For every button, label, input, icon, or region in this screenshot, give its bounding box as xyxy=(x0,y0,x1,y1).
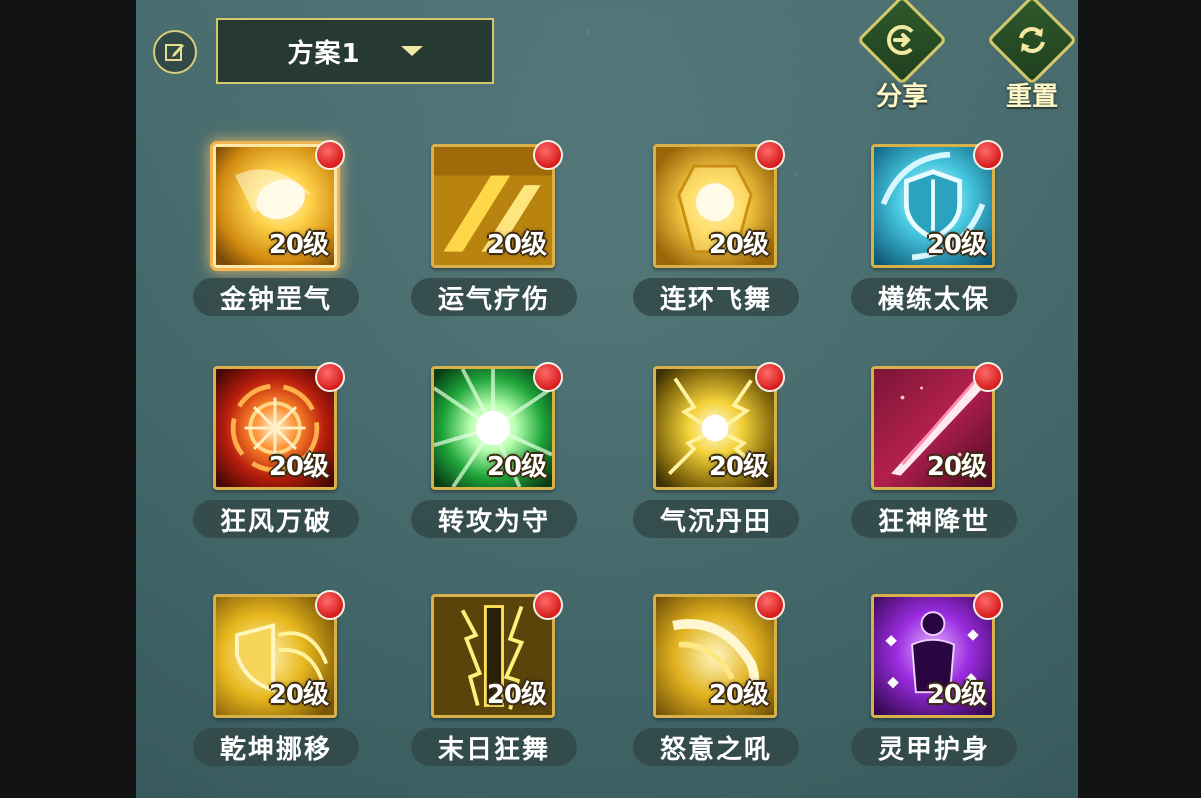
scheme-dropdown[interactable]: 方案1 xyxy=(216,18,494,84)
notification-dot xyxy=(973,590,1003,620)
skill-slot[interactable]: 20级 末日狂舞 xyxy=(411,590,577,776)
skill-name: 灵甲护身 xyxy=(877,734,990,765)
skill-slot[interactable]: 20级 气沉丹田 xyxy=(633,362,799,548)
notification-dot xyxy=(973,140,1003,170)
share-icon xyxy=(887,24,917,55)
skill-name: 连环飞舞 xyxy=(659,284,772,315)
notification-dot xyxy=(315,362,345,392)
skill-slot[interactable]: 20级 转攻为守 xyxy=(411,362,577,548)
share-label: 分享 xyxy=(875,82,928,112)
skill-slot[interactable]: 20级 狂风万破 xyxy=(193,362,359,548)
share-button[interactable]: 分享 xyxy=(856,0,948,112)
edit-icon xyxy=(165,44,184,61)
notification-dot xyxy=(315,140,345,170)
skill-slot[interactable]: 20级 横练太保 xyxy=(851,140,1017,326)
notification-dot xyxy=(315,590,345,620)
skill-slot[interactable]: 20级 连环飞舞 xyxy=(633,140,799,326)
reset-button[interactable]: 重置 xyxy=(986,0,1078,112)
notification-dot xyxy=(755,140,785,170)
skill-name: 运气疗伤 xyxy=(437,284,550,315)
reset-label: 重置 xyxy=(1005,82,1058,112)
reset-icon xyxy=(1019,27,1045,53)
chevron-down-icon xyxy=(400,46,423,56)
skill-name: 怒意之吼 xyxy=(659,734,772,765)
notification-dot xyxy=(533,140,563,170)
notification-dot xyxy=(533,590,563,620)
skill-name: 狂神降世 xyxy=(877,506,990,537)
notification-dot xyxy=(755,362,785,392)
skill-name: 乾坤挪移 xyxy=(219,734,332,765)
edit-button[interactable] xyxy=(153,30,197,74)
skill-name: 末日狂舞 xyxy=(437,734,550,765)
skill-slot[interactable]: 20级 乾坤挪移 xyxy=(193,590,359,776)
skill-name: 狂风万破 xyxy=(219,506,332,537)
skill-grid: 20级 金钟罡气 20级 运气疗伤 20级 连环飞舞 20级 横练太保 20级 … xyxy=(193,140,1023,780)
skill-slot[interactable]: 20级 狂神降世 xyxy=(851,362,1017,548)
skill-slot[interactable]: 20级 金钟罡气 xyxy=(193,140,359,326)
scheme-label: 方案1 xyxy=(287,38,361,69)
skill-name: 气沉丹田 xyxy=(659,506,772,537)
skill-name: 横练太保 xyxy=(877,284,990,315)
skill-panel: 方案1 分享 重置 20级 金钟罡气 20级 运气疗伤 20级 连环飞舞 20级… xyxy=(136,0,1078,798)
skill-name: 转攻为守 xyxy=(437,506,550,537)
skill-slot[interactable]: 20级 运气疗伤 xyxy=(411,140,577,326)
skill-name: 金钟罡气 xyxy=(219,284,332,315)
notification-dot xyxy=(533,362,563,392)
skill-slot[interactable]: 20级 怒意之吼 xyxy=(633,590,799,776)
skill-slot[interactable]: 20级 灵甲护身 xyxy=(851,590,1017,776)
notification-dot xyxy=(973,362,1003,392)
notification-dot xyxy=(755,590,785,620)
